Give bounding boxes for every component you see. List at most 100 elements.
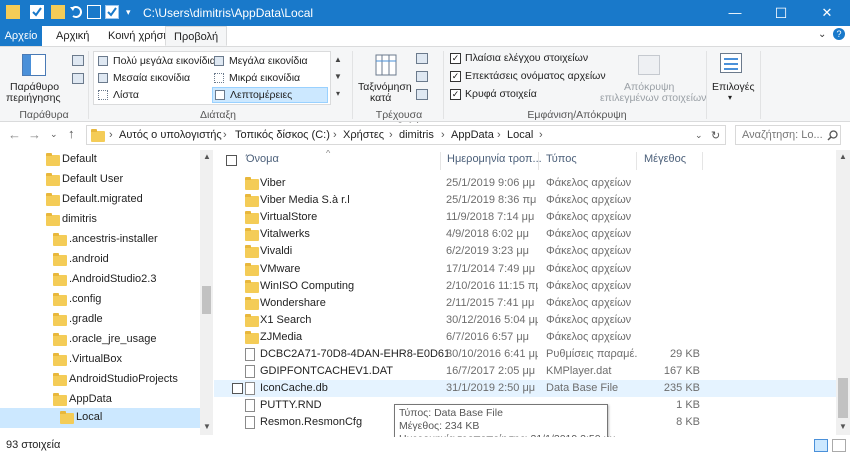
hidden-items-checkbox[interactable]: ✓ xyxy=(450,89,461,100)
file-row[interactable]: DCBC2A71-70D8-4DAN-EHR8-E0D61D... 30/10/2… xyxy=(214,346,836,363)
back-arrow-icon[interactable]: ← xyxy=(8,127,21,142)
options-button[interactable]: Επιλογές ▾ xyxy=(710,47,755,107)
file-list-scrollbar[interactable]: ▲ ▼ xyxy=(836,150,850,435)
file-extensions-checkbox[interactable]: ✓ xyxy=(450,71,461,82)
nav-item-android[interactable]: .android xyxy=(0,250,200,270)
navigation-pane-button[interactable]: Παράθυρο περιήγησης xyxy=(6,47,80,107)
column-size[interactable]: Μέγεθος xyxy=(644,153,686,165)
layout-details[interactable]: Λεπτομέρειες xyxy=(212,87,328,103)
layout-list[interactable]: Λίστα xyxy=(96,88,210,103)
scroll-up-icon[interactable]: ▲ xyxy=(839,152,847,161)
scroll-down-icon[interactable]: ▼ xyxy=(839,422,847,431)
customize-chevron-icon[interactable]: ▾ xyxy=(126,7,131,18)
properties-icon[interactable] xyxy=(30,5,44,19)
nav-item-appdata[interactable]: AppData xyxy=(0,390,200,410)
column-separator[interactable] xyxy=(636,152,637,170)
help-icon[interactable]: ? xyxy=(833,28,845,40)
scroll-up-icon[interactable]: ▲ xyxy=(203,152,211,161)
sort-by-button[interactable]: Ταξινόμηση κατά xyxy=(356,47,414,107)
nav-scroll-thumb[interactable] xyxy=(202,286,211,314)
column-separator[interactable] xyxy=(702,152,703,170)
address-history-chevron-icon[interactable]: ⌄ xyxy=(695,130,703,141)
refresh-icon[interactable]: ↻ xyxy=(711,129,720,142)
column-date-modified[interactable]: Ημερομηνία τροπ... xyxy=(447,153,542,165)
nav-item-config[interactable]: .config xyxy=(0,290,200,310)
breadcrumb-appdata[interactable]: AppData xyxy=(451,129,494,141)
up-arrow-icon[interactable]: ↑ xyxy=(68,126,75,141)
details-pane-icon[interactable] xyxy=(72,73,84,84)
nav-item-androidstudioprojects[interactable]: AndroidStudioProjects xyxy=(0,370,200,390)
group-by-icon[interactable] xyxy=(416,53,428,64)
search-box[interactable]: Αναζήτηση: Lo... xyxy=(735,125,841,145)
search-input[interactable]: Αναζήτηση: Lo... xyxy=(742,129,823,141)
column-separator[interactable] xyxy=(538,152,539,170)
nav-item-ancestris-installer[interactable]: .ancestris-installer xyxy=(0,230,200,250)
nav-scrollbar[interactable]: ▲ ▼ xyxy=(200,150,213,435)
folder-row[interactable]: Viber 25/1/2019 9:06 μμ Φάκελος αρχείων xyxy=(214,175,836,192)
forward-arrow-icon[interactable]: → xyxy=(28,127,41,142)
nav-item-virtualbox[interactable]: .VirtualBox xyxy=(0,350,200,370)
nav-item-default-migrated[interactable]: Default.migrated xyxy=(0,190,200,210)
search-icon[interactable] xyxy=(827,130,838,141)
nav-item-default-user[interactable]: Default User xyxy=(0,170,200,190)
layout-large-icons[interactable]: Μεγάλα εικονίδια xyxy=(212,54,326,69)
rename-icon[interactable] xyxy=(87,5,101,19)
file-row[interactable]: GDIPFONTCACHEV1.DAT 16/7/2017 2:05 μμ KMPl… xyxy=(214,363,836,380)
add-columns-icon[interactable] xyxy=(416,71,428,82)
nav-item-dimitris[interactable]: dimitris xyxy=(0,210,200,230)
file-list-scroll-thumb[interactable] xyxy=(838,378,848,418)
recent-locations-chevron-icon[interactable]: ⌄ xyxy=(50,129,58,140)
nav-item-oracle-jre-usage[interactable]: .oracle_jre_usage xyxy=(0,330,200,350)
file-row[interactable]: IconCache.db 31/1/2019 2:50 μμ Data Base F… xyxy=(214,380,836,398)
breadcrumb-separator-icon: › xyxy=(441,129,445,141)
large-icons-view-icon[interactable] xyxy=(832,439,846,452)
new-folder-icon[interactable] xyxy=(51,5,65,19)
folder-row[interactable]: Vitalwerks 4/9/2018 6:02 μμ Φάκελος αρχείω… xyxy=(214,226,836,243)
tab-file[interactable]: Αρχείο xyxy=(0,26,42,46)
item-checkboxes-checkbox[interactable]: ✓ xyxy=(450,53,461,64)
breadcrumb-users[interactable]: Χρήστες xyxy=(343,129,384,141)
scroll-down-icon[interactable]: ▼ xyxy=(203,422,211,431)
breadcrumb-local[interactable]: Local xyxy=(507,129,533,141)
hide-selected-button[interactable]: Απόκρυψη επιλεγμένων στοιχείων xyxy=(600,47,706,107)
nav-item-default[interactable]: Default xyxy=(0,150,200,170)
folder-row[interactable]: Viber Media S.à r.l 25/1/2019 8:36 πμ Φάκε… xyxy=(214,192,836,209)
folder-row[interactable]: Wondershare 2/11/2015 7:41 μμ Φάκελος αρχε… xyxy=(214,295,836,312)
layout-scroll-icon[interactable]: ▲ ▼ ▾ xyxy=(332,51,344,105)
select-all-checkbox[interactable] xyxy=(226,155,237,166)
minimize-button[interactable]: — xyxy=(712,0,758,26)
folder-row[interactable]: X1 Search 30/12/2016 5:04 μμ Φάκελος αρχεί… xyxy=(214,312,836,329)
address-bar[interactable]: › Αυτός ο υπολογιστής › Τοπικός δίσκος (… xyxy=(86,125,726,145)
column-separator[interactable] xyxy=(440,152,441,170)
folder-row[interactable]: WinISO Computing 2/10/2016 11:15 πμ Φάκελο… xyxy=(214,278,836,295)
checkbox-toggle-icon[interactable] xyxy=(105,5,119,19)
nav-item-androidstudio[interactable]: .AndroidStudio2.3 xyxy=(0,270,200,290)
tab-home[interactable]: Αρχική xyxy=(48,26,97,46)
item-checkboxes-toggle[interactable]: ✓ Πλαίσια ελέγχου στοιχείων xyxy=(448,52,608,66)
row-checkbox[interactable] xyxy=(232,383,243,395)
close-button[interactable]: ✕ xyxy=(804,0,850,26)
size-columns-icon[interactable] xyxy=(416,89,428,100)
layout-extra-large-icons[interactable]: Πολύ μεγάλα εικονίδια xyxy=(96,54,216,69)
ribbon-collapse-icon[interactable]: ⌄ xyxy=(818,29,826,40)
layout-medium-icons[interactable]: Μεσαία εικονίδια xyxy=(96,71,210,86)
folder-row[interactable]: ZJMedia 6/7/2016 6:57 μμ Φάκελος αρχείων xyxy=(214,329,836,346)
breadcrumb-local-disk[interactable]: Τοπικός δίσκος (C:) xyxy=(235,129,330,141)
column-type[interactable]: Τύπος xyxy=(546,153,577,165)
nav-item-gradle[interactable]: .gradle xyxy=(0,310,200,330)
breadcrumb-this-pc[interactable]: Αυτός ο υπολογιστής xyxy=(119,129,222,141)
file-extensions-toggle[interactable]: ✓ Επεκτάσεις ονόματος αρχείων xyxy=(448,70,608,84)
layout-small-icons[interactable]: Μικρά εικονίδια xyxy=(212,71,326,86)
folder-row[interactable]: Vivaldi 6/2/2019 3:23 μμ Φάκελος αρχείων xyxy=(214,243,836,260)
folder-row[interactable]: VMware 17/1/2014 7:49 μμ Φάκελος αρχείων xyxy=(214,261,836,278)
details-view-icon[interactable] xyxy=(814,439,828,452)
tab-view[interactable]: Προβολή xyxy=(165,26,228,46)
maximize-button[interactable]: ☐ xyxy=(758,0,804,26)
breadcrumb-dimitris[interactable]: dimitris xyxy=(399,129,434,141)
hidden-items-toggle[interactable]: ✓ Κρυφά στοιχεία xyxy=(448,88,608,102)
column-name[interactable]: Όνομα xyxy=(246,153,279,165)
folder-row[interactable]: VirtualStore 11/9/2018 7:14 μμ Φάκελος αρχ… xyxy=(214,209,836,226)
nav-item-local[interactable]: Local xyxy=(0,408,200,428)
undo-icon[interactable] xyxy=(69,5,83,19)
preview-pane-icon[interactable] xyxy=(72,55,84,66)
